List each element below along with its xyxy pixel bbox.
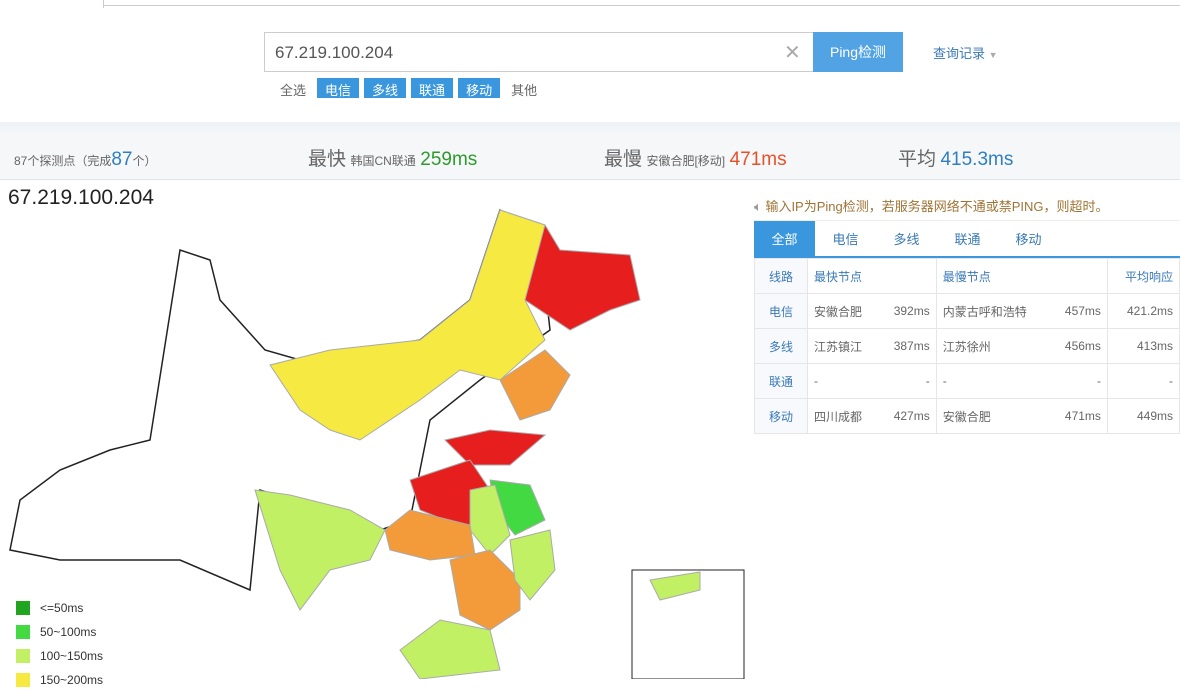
clear-icon[interactable]: ✕ [784,40,801,65]
history-dropdown[interactable]: 查询记录 ▼ [933,43,998,62]
filter-other[interactable]: 其他 [505,78,543,98]
map-legend: <=50ms 50~100ms 100~150ms 150~200ms [16,596,103,692]
table-cell: 线路 [754,258,808,294]
table-cell: 413ms [1106,328,1180,364]
table-cell: - [1050,363,1108,399]
results-panel: 全部 电信 多线 联通 移动 线路 最快节点 最慢节点 平均响应 电信 安徽合肥 392m… [754,220,1180,434]
table-cell: 内蒙古呼和浩特 [935,293,1051,329]
table-row: 多线 江苏镇江 387ms 江苏徐州 456ms 413ms [754,328,1180,364]
table-header: 线路 最快节点 最慢节点 平均响应 [754,258,1180,294]
south-sea-inset [631,569,745,679]
map-region-neimenggu [269,209,546,441]
table-cell: 江苏徐州 [935,328,1051,364]
legend-item: 50~100ms [16,620,103,644]
table-cell: 最慢节点 [935,258,1108,294]
line-filters: 全选 电信 多线 联通 移动 其他 [274,78,543,98]
average-stat: 平均 415.3ms [898,149,1014,170]
table-cell: 449ms [1106,398,1180,434]
table-cell: 四川成都 [806,398,879,434]
table-cell: 安徽合肥 [935,398,1051,434]
table-row: 移动 四川成都 427ms 安徽合肥 471ms 449ms [754,398,1180,434]
table-cell: 最快节点 [807,258,937,294]
table-cell: 456ms [1050,328,1108,364]
ping-button[interactable]: Ping检测 [813,32,903,72]
legend-swatch [16,673,30,687]
table-cell: 457ms [1050,293,1108,329]
ip-search-input[interactable]: 67.219.100.204 [264,32,814,72]
legend-swatch [16,601,30,615]
tab-all[interactable]: 全部 [754,221,815,256]
legend-swatch [16,649,30,663]
table-cell: 387ms [878,328,937,364]
filter-mobile[interactable]: 移动 [458,78,501,98]
notice: 🔈︎ 输入IP为Ping检测，若服务器网络不通或禁PING，则超时。 [754,199,1109,214]
table-cell: 392ms [878,293,937,329]
table-cell: 471ms [1050,398,1108,434]
legend-swatch [16,625,30,639]
filter-telecom[interactable]: 电信 [317,78,360,98]
top-tab-strip [0,0,1180,8]
map-region-jiangxi [449,549,521,631]
table-cell: 联通 [754,363,808,399]
node-count: 87个探测点（完成87个） [14,149,157,170]
table-cell: 平均响应 [1106,258,1180,294]
caret-down-icon: ▼ [988,50,998,60]
fastest-stat: 最快 韩国CN联通 259ms [308,149,478,170]
speaker-icon: 🔈︎ [754,199,762,214]
china-ping-map [9,208,745,679]
results-table: 线路 最快节点 最慢节点 平均响应 电信 安徽合肥 392ms 内蒙古呼和浩特 457ms 42… [754,258,1180,434]
tab-telecom[interactable]: 电信 [815,221,876,256]
legend-item: <=50ms [16,596,103,620]
table-cell: 移动 [754,398,808,434]
filter-all[interactable]: 全选 [274,78,312,98]
table-cell: 电信 [754,293,808,329]
table-cell: - [878,363,937,399]
table-cell: 427ms [878,398,937,434]
table-row: 联通 - - - - - [754,363,1180,399]
table-cell: 安徽合肥 [806,293,879,329]
legend-item: 100~150ms [16,644,103,668]
tab-mobile[interactable]: 移动 [998,221,1059,256]
table-cell: - [935,363,1051,399]
tab-multiline[interactable]: 多线 [876,221,937,256]
history-label: 查询记录 [933,46,986,61]
legend-item: 150~200ms [16,668,103,692]
line-tabs: 全部 电信 多线 联通 移动 [754,220,1180,258]
filter-unicom[interactable]: 联通 [411,78,454,98]
table-row: 电信 安徽合肥 392ms 内蒙古呼和浩特 457ms 421.2ms [754,293,1180,329]
table-cell: 多线 [754,328,808,364]
filter-multiline[interactable]: 多线 [364,78,407,98]
stats-bar: 87个探测点（完成87个） 最快 韩国CN联通 259ms 最慢 安徽合肥[移动… [0,122,1180,180]
table-cell: 江苏镇江 [806,328,879,364]
table-cell: 421.2ms [1106,293,1180,329]
map-region-shandong [444,429,547,466]
table-cell: - [1106,363,1180,399]
table-cell: - [806,363,879,399]
tab-unicom[interactable]: 联通 [937,221,998,256]
map-region-guangdong [399,619,501,679]
slowest-stat: 最慢 安徽合肥[移动] 471ms [604,149,787,170]
